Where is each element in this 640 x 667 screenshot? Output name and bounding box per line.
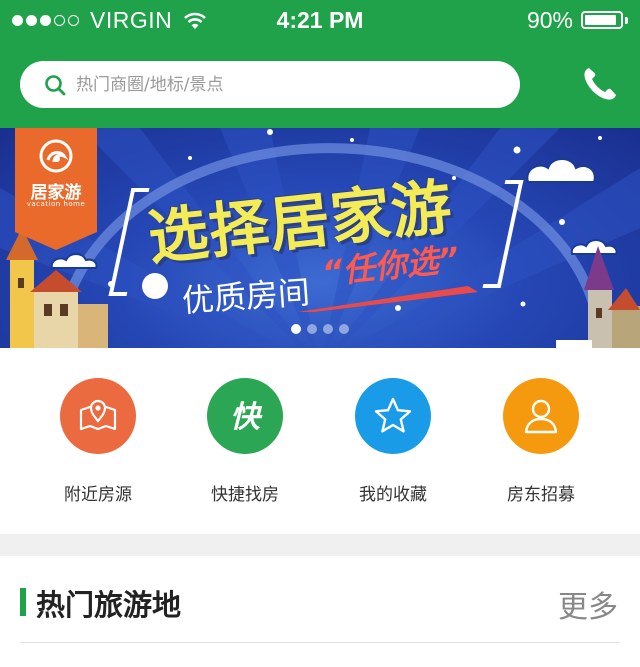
section-divider: [0, 534, 640, 556]
action-quick-search[interactable]: 快 快捷找房: [171, 378, 319, 505]
banner-subheadline: 优质房间: [180, 273, 312, 320]
logo-swirl-icon: [39, 139, 73, 173]
battery-percentage: 90%: [526, 6, 573, 33]
action-label: 附近房源: [64, 485, 132, 505]
hot-destinations-section: 热门旅游地 更多: [0, 556, 640, 667]
map-pin-icon: [79, 399, 117, 431]
pager-dot[interactable]: [323, 324, 333, 334]
pager-dot[interactable]: [307, 324, 317, 334]
pager-dot[interactable]: [339, 324, 349, 334]
promo-banner[interactable]: 居家游 vacation home 选择居家游 优质房间 “任你选”: [0, 128, 640, 348]
action-favorites[interactable]: 我的收藏: [319, 378, 467, 505]
divider-line: [20, 642, 620, 643]
more-link[interactable]: 更多: [558, 582, 618, 626]
action-label: 房东招募: [507, 485, 575, 505]
battery-icon: [581, 11, 623, 29]
section-accent-bar: [20, 588, 26, 616]
battery-tip: [625, 16, 628, 24]
search-icon: [45, 74, 66, 95]
action-icon-circle: 快: [207, 378, 283, 454]
action-label: 我的收藏: [359, 485, 427, 505]
brand-logo: 居家游 vacation home: [15, 128, 97, 250]
svg-text:快: 快: [230, 400, 263, 435]
action-nearby[interactable]: 附近房源: [24, 378, 172, 505]
logo-subtitle: vacation home: [26, 200, 86, 208]
section-title: 热门旅游地: [36, 588, 182, 622]
search-bar[interactable]: [20, 61, 520, 108]
status-right: 90%: [527, 7, 628, 33]
action-icon-circle: [60, 378, 136, 454]
user-icon: [524, 399, 558, 434]
quick-text-icon: 快: [230, 400, 263, 435]
action-icon-circle: [503, 378, 579, 454]
star-icon: [374, 397, 412, 433]
carousel-pager: [0, 324, 640, 334]
quick-actions: 附近房源 快 快捷找房 我的收藏 房东招募: [0, 348, 640, 534]
action-landlord[interactable]: 房东招募: [467, 378, 615, 505]
pager-dot[interactable]: [291, 324, 301, 334]
status-bar: VIRGIN 4:21 PM 90%: [0, 0, 640, 40]
search-input[interactable]: [74, 73, 478, 96]
action-label: 快捷找房: [211, 485, 279, 505]
phone-icon[interactable]: [580, 64, 620, 104]
top-header: [0, 40, 640, 128]
action-icon-circle: [355, 378, 431, 454]
